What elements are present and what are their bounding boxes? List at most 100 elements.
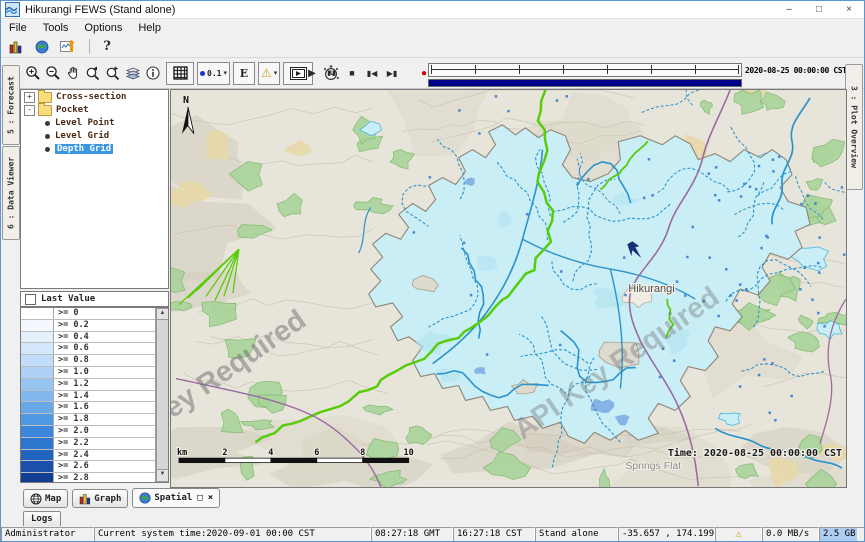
timeline-track[interactable]: [428, 63, 742, 77]
tab-plot-overview[interactable]: 3 : Plot Overview: [845, 64, 863, 190]
warning-dropdown[interactable]: ⚠ ▾: [258, 62, 280, 85]
blue-globe-icon: [139, 492, 151, 504]
legend-swatch: [21, 414, 54, 425]
close-button[interactable]: ×: [834, 1, 864, 18]
minimize-button[interactable]: –: [774, 1, 804, 18]
help-icon[interactable]: ?: [96, 38, 118, 56]
status-mode: Stand alone: [535, 527, 618, 542]
menu-help[interactable]: Help: [138, 22, 161, 34]
logs-button[interactable]: Logs: [23, 511, 61, 528]
window-title: Hikurangi FEWS (Stand alone): [25, 4, 175, 16]
menu-file[interactable]: File: [9, 22, 27, 34]
legend-toggle-button[interactable]: E: [233, 62, 255, 85]
spatial-display-icon[interactable]: [31, 38, 53, 56]
grid-display-button[interactable]: [166, 62, 194, 85]
status-memory: 2.5 GB: [819, 527, 865, 542]
svg-text:km: km: [177, 447, 187, 457]
svg-text:N: N: [183, 95, 189, 106]
layer-tree-panel: + Cross-section - Pocket Level Point Lev…: [20, 89, 169, 289]
legend-row[interactable]: >= 0.2: [21, 320, 168, 332]
spatial-close-icon[interactable]: ×: [208, 493, 213, 503]
zoom-out-icon[interactable]: [43, 64, 62, 83]
collapse-minus-icon[interactable]: -: [24, 105, 35, 116]
legend-row[interactable]: >= 2.6: [21, 461, 168, 473]
town-label-hikurangi: Hikurangi: [628, 283, 674, 295]
menu-options[interactable]: Options: [84, 22, 122, 34]
layers-icon[interactable]: [123, 64, 142, 83]
title-bar[interactable]: Hikurangi FEWS (Stand alone) – □ ×: [1, 1, 864, 19]
step-forward-button[interactable]: ▶▮: [383, 64, 401, 82]
legend-row[interactable]: >= 0.8: [21, 355, 168, 367]
spatial-restore-icon[interactable]: □: [197, 493, 202, 503]
expand-plus-icon[interactable]: +: [24, 92, 35, 103]
stop-button[interactable]: ■: [343, 64, 361, 82]
tree-item-cross-section[interactable]: + Cross-section: [21, 91, 168, 103]
pause-button[interactable]: ▮▮: [323, 64, 341, 82]
legend-row[interactable]: >= 0: [21, 308, 168, 320]
map-view[interactable]: Hikurangi Springs Flat API Key Required …: [170, 89, 847, 488]
tab-graph[interactable]: Graph: [72, 489, 128, 508]
node-bullet-icon: [45, 121, 50, 126]
database-display-icon[interactable]: [5, 38, 27, 56]
town-label-springs-flat: Springs Flat: [625, 461, 681, 472]
tree-item-pocket[interactable]: - Pocket: [21, 104, 168, 116]
maximize-button[interactable]: □: [804, 1, 834, 18]
legend-swatch: [21, 461, 54, 472]
info-icon[interactable]: [143, 64, 162, 83]
scrollbar-thumb[interactable]: [156, 319, 169, 471]
wireframe-globe-icon: [30, 493, 42, 505]
tab-spatial[interactable]: Spatial □ ×: [132, 488, 220, 508]
legend-row[interactable]: >= 1.6: [21, 402, 168, 414]
legend-swatch: [21, 379, 54, 390]
timeline-slider[interactable]: [428, 63, 742, 84]
zoom-next-icon[interactable]: [103, 64, 122, 83]
legend-row[interactable]: >= 1.0: [21, 367, 168, 379]
timeseries-display-icon[interactable]: [57, 38, 79, 56]
threshold-dropdown[interactable]: 0.1 ▾: [197, 62, 230, 85]
legend-swatch: [21, 355, 54, 366]
legend-row[interactable]: >= 0.4: [21, 332, 168, 344]
timeline-progress-bar[interactable]: [428, 79, 742, 87]
scroll-down-icon[interactable]: ▼: [156, 469, 169, 482]
legend-swatch: [21, 320, 54, 331]
last-value-checkbox[interactable]: [25, 294, 36, 305]
node-bullet-icon: [45, 134, 50, 139]
svg-text:6: 6: [314, 447, 319, 457]
svg-text:2: 2: [222, 447, 227, 457]
last-value-option[interactable]: Last Value: [20, 291, 169, 307]
legend-row[interactable]: >= 1.8: [21, 414, 168, 426]
legend-row[interactable]: >= 0.6: [21, 343, 168, 355]
play-button[interactable]: ▶: [303, 64, 321, 82]
tab-forecast[interactable]: 5 : Forecast: [2, 65, 20, 145]
legend-panel: >= 0 >= 0.2 >= 0.4 >= 0.6 >= 0.8 >= 1.0 …: [20, 307, 169, 483]
legend-swatch: [21, 450, 54, 461]
tree-item-level-point[interactable]: Level Point: [21, 117, 168, 129]
tab-map[interactable]: Map: [23, 489, 68, 508]
legend-row[interactable]: >= 1.4: [21, 391, 168, 403]
toolbar-datetime: 2020-08-25 00:00:00 CST: [745, 66, 855, 75]
node-bullet-icon: [45, 147, 50, 152]
zoom-previous-icon[interactable]: [83, 64, 102, 83]
legend-row[interactable]: >= 1.2: [21, 379, 168, 391]
legend-swatch: [21, 438, 54, 449]
svg-text:10: 10: [404, 447, 414, 457]
legend-scrollbar[interactable]: ▲ ▼: [155, 308, 168, 482]
application-window: Hikurangi FEWS (Stand alone) – □ × File …: [0, 0, 865, 542]
legend-row[interactable]: >= 2.8: [21, 473, 168, 483]
legend-swatch: [21, 426, 54, 437]
svg-text:4: 4: [268, 447, 273, 457]
status-warning-cell[interactable]: ⚠: [715, 527, 762, 542]
legend-row[interactable]: >= 2.0: [21, 426, 168, 438]
chevron-down-icon: ▾: [223, 69, 227, 77]
tree-item-level-grid[interactable]: Level Grid: [21, 130, 168, 142]
legend-row[interactable]: >= 2.2: [21, 438, 168, 450]
zoom-in-icon[interactable]: [23, 64, 42, 83]
app-logo-icon: [5, 2, 20, 17]
menu-tools[interactable]: Tools: [43, 22, 69, 34]
pan-hand-icon[interactable]: [63, 64, 82, 83]
legend-swatch: [21, 332, 54, 343]
tree-item-depth-grid[interactable]: Depth Grid: [21, 143, 168, 155]
step-back-button[interactable]: ▮◀: [363, 64, 381, 82]
tab-data-viewer[interactable]: 6 : Data Viewer: [2, 146, 20, 240]
legend-row[interactable]: >= 2.4: [21, 450, 168, 462]
